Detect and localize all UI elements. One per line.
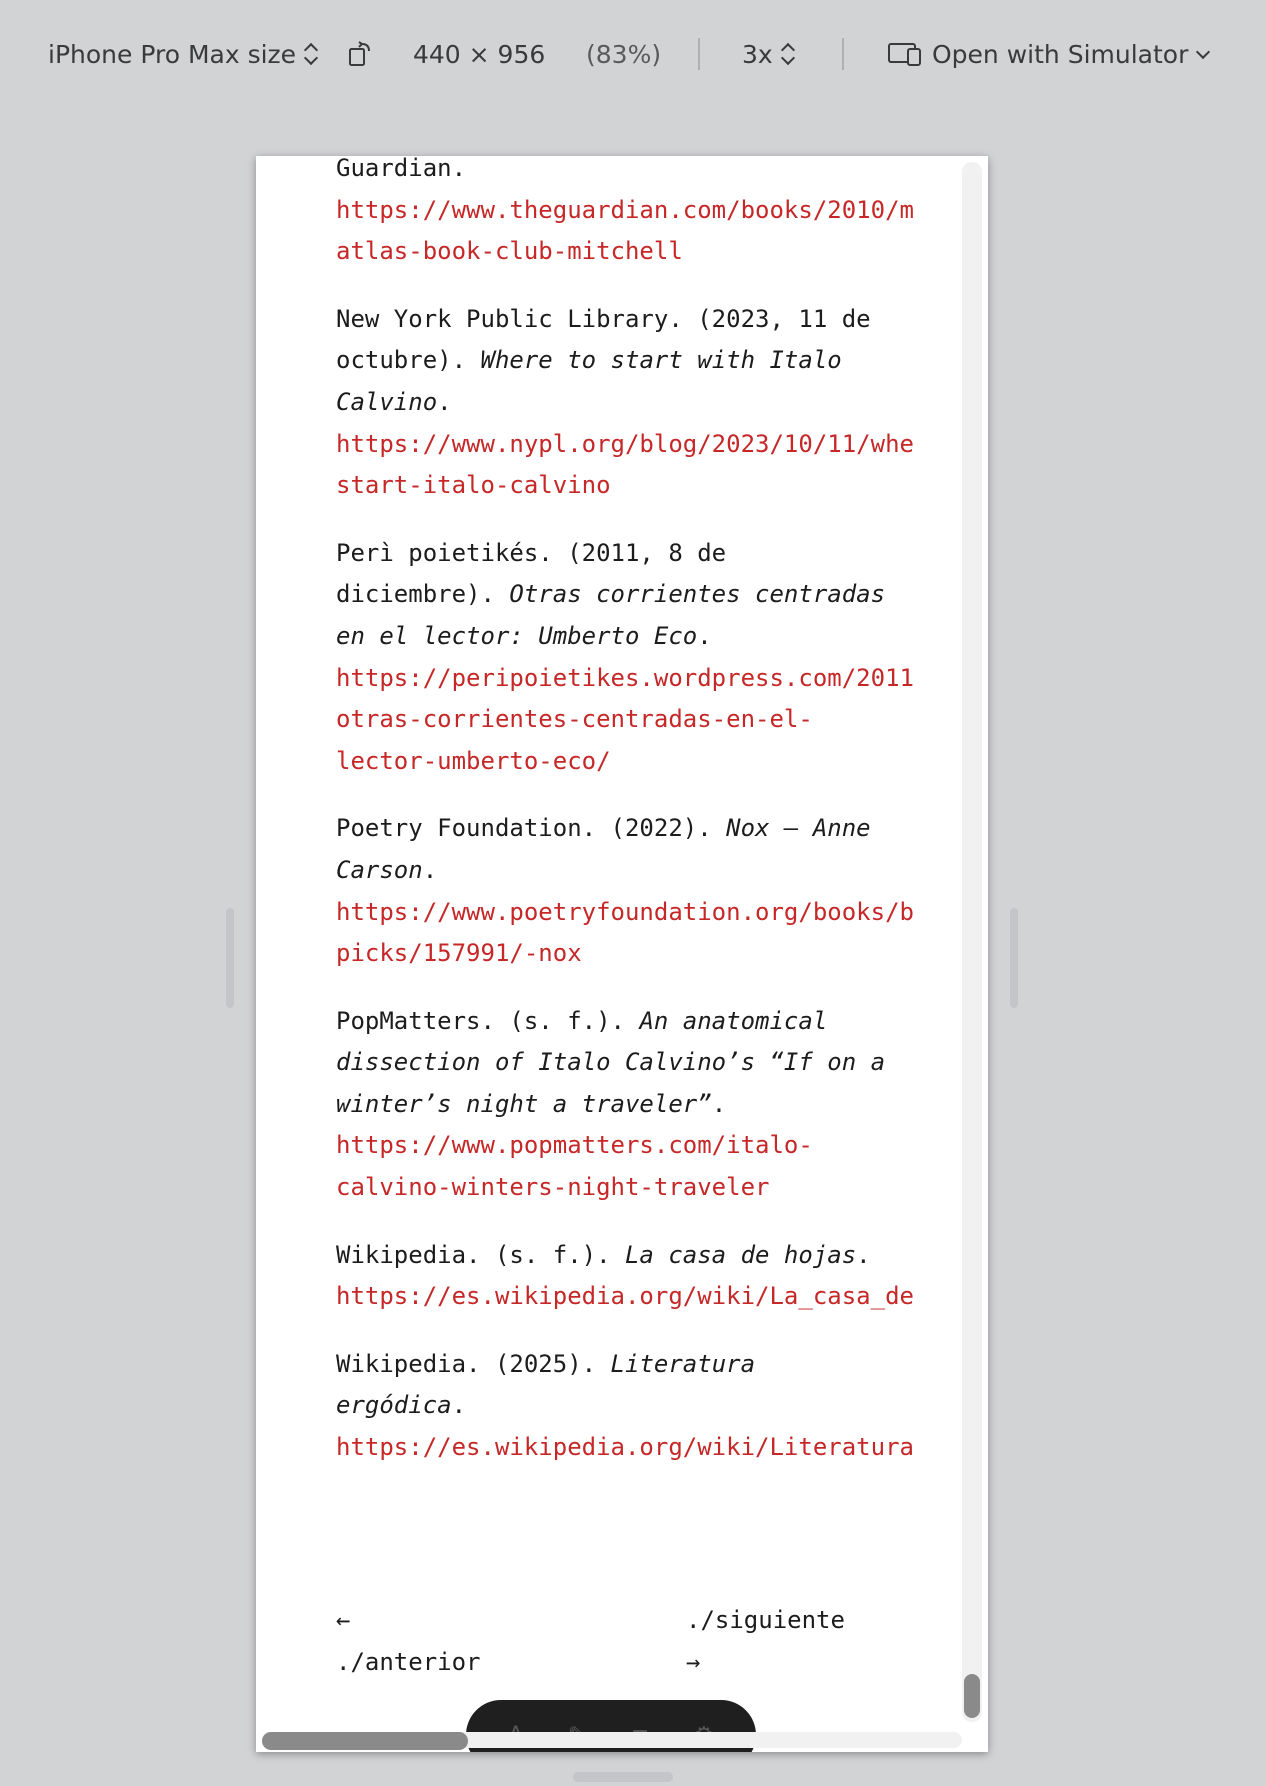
reference-link-line[interactable]: otras-corrientes-centradas-en-el- bbox=[336, 699, 966, 741]
toolbar-divider bbox=[698, 38, 700, 70]
reference-link-line[interactable]: picks/157991/-nox bbox=[336, 933, 966, 975]
references-list: Guardian. https://www.theguardian.com/bo… bbox=[336, 156, 988, 1495]
device-viewport: Guardian. https://www.theguardian.com/bo… bbox=[256, 156, 988, 1752]
reference-suffix: . bbox=[451, 1391, 467, 1420]
up-down-chevron-icon bbox=[304, 42, 318, 66]
reference-item: Poetry Foundation. (2022). Nox – Anne Ca… bbox=[336, 808, 914, 974]
reference-text: Poetry Foundation. (2022). bbox=[336, 814, 727, 843]
reference-text: Wikipedia. (2025). bbox=[336, 1349, 611, 1378]
reference-link-line[interactable]: https://peripoietikes.wordpress.com/2011 bbox=[336, 658, 966, 700]
reference-item: Guardian. https://www.theguardian.com/bo… bbox=[336, 156, 914, 273]
reference-link-line[interactable]: start-italo-calvino bbox=[336, 465, 966, 507]
horizontal-scrollbar-thumb[interactable] bbox=[262, 1732, 468, 1750]
right-arrow-icon: → bbox=[686, 1647, 701, 1676]
up-down-chevron-icon bbox=[781, 42, 795, 66]
device-size-selector[interactable]: iPhone Pro Max size bbox=[48, 34, 318, 74]
reference-suffix: . bbox=[711, 1089, 727, 1118]
reference-link-line[interactable]: lector-umberto-eco/ bbox=[336, 741, 966, 783]
open-with-simulator-button[interactable]: Open with Simulator bbox=[888, 34, 1211, 74]
reference-link-line[interactable]: https://www.poetryfoundation.org/books/b bbox=[336, 892, 966, 934]
reference-suffix: . bbox=[697, 621, 712, 650]
reference-item: PopMatters. (s. f.). An anatomical disse… bbox=[336, 1001, 896, 1209]
responsive-toolbar: iPhone Pro Max size 440 × 956 (83%) 3x O… bbox=[0, 0, 1266, 110]
reference-link-line[interactable]: https://es.wikipedia.org/wiki/Literatura bbox=[336, 1427, 966, 1469]
reference-item: Wikipedia. (s. f.). La casa de hojas. ht… bbox=[336, 1235, 914, 1318]
reference-title: La casa de hojas bbox=[624, 1240, 857, 1269]
left-resize-handle[interactable] bbox=[226, 908, 234, 1008]
next-page-link[interactable]: ./siguiente → bbox=[686, 1600, 845, 1683]
chevron-down-icon bbox=[1196, 44, 1211, 59]
reference-suffix: . bbox=[437, 387, 452, 416]
scale-selector[interactable]: 3x bbox=[742, 34, 795, 74]
open-with-simulator-label: Open with Simulator bbox=[932, 39, 1189, 69]
reference-link-line[interactable]: https://www.theguardian.com/books/2010/m bbox=[336, 190, 966, 232]
zoom-percentage: (83%) bbox=[586, 39, 662, 69]
reference-link-line[interactable]: https://es.wikipedia.org/wiki/La_casa_de bbox=[336, 1276, 966, 1318]
previous-page-link[interactable]: ← ./anterior bbox=[336, 1600, 481, 1683]
bottom-resize-handle[interactable] bbox=[573, 1772, 673, 1782]
devices-icon bbox=[888, 43, 921, 66]
reference-text: PopMatters. (s. f.). bbox=[336, 1006, 640, 1035]
reference-item: Wikipedia. (2025). Literatura ergódica. … bbox=[336, 1344, 914, 1469]
toolbar-divider bbox=[842, 38, 844, 70]
reference-link-line[interactable]: https://www.popmatters.com/italo- bbox=[336, 1125, 966, 1167]
scale-label: 3x bbox=[742, 39, 773, 69]
right-resize-handle[interactable] bbox=[1010, 908, 1018, 1008]
reference-link-line[interactable]: atlas-book-club-mitchell bbox=[336, 231, 966, 273]
reference-item: New York Public Library. (2023, 11 de oc… bbox=[336, 299, 914, 507]
reference-suffix: . bbox=[856, 1240, 871, 1269]
vertical-scrollbar-track[interactable] bbox=[962, 162, 982, 1722]
previous-page-label: ./anterior bbox=[336, 1647, 481, 1676]
reference-link-line[interactable]: calvino-winters-night-traveler bbox=[336, 1167, 966, 1209]
reference-item: Perì poietikés. (2011, 8 de diciembre). … bbox=[336, 533, 914, 783]
rotate-icon bbox=[349, 41, 370, 66]
next-page-label: ./siguiente bbox=[686, 1606, 845, 1634]
reference-link-line[interactable]: https://www.nypl.org/blog/2023/10/11/whe bbox=[336, 424, 966, 466]
viewport-dimensions: 440 × 956 bbox=[413, 39, 546, 69]
vertical-scrollbar-thumb[interactable] bbox=[964, 1674, 980, 1718]
left-arrow-icon: ← bbox=[336, 1606, 351, 1634]
reference-text: Wikipedia. (s. f.). bbox=[336, 1240, 625, 1269]
reference-text: Guardian. bbox=[336, 156, 467, 182]
device-size-label: iPhone Pro Max size bbox=[48, 39, 297, 69]
rotate-button[interactable] bbox=[348, 34, 372, 74]
reference-suffix: . bbox=[422, 855, 438, 884]
